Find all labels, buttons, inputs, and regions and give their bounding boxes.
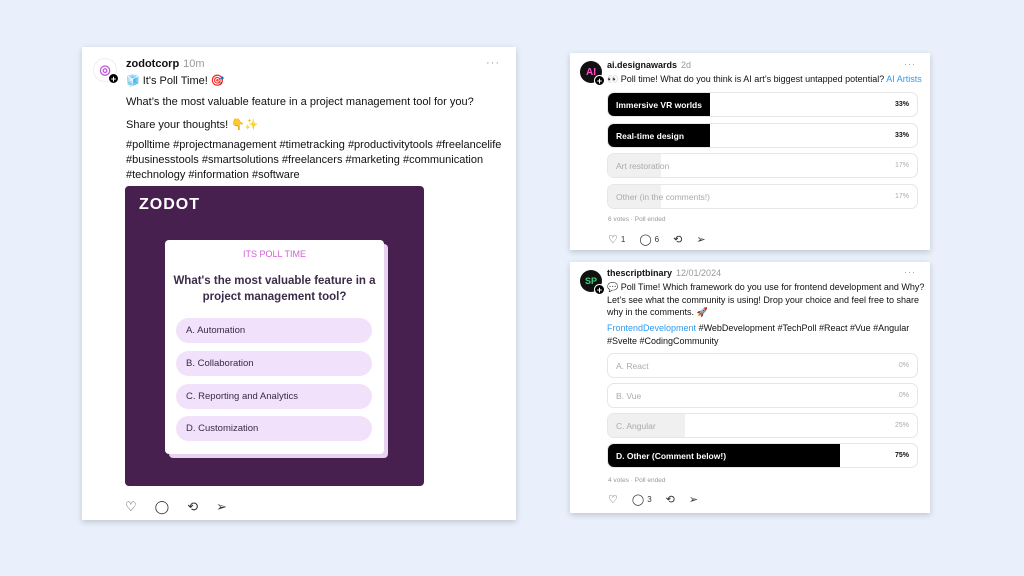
poll-status: 6 votes · Poll ended xyxy=(608,216,666,223)
share-icon[interactable]: ➢ xyxy=(696,233,705,246)
like-count: 1 xyxy=(620,235,626,244)
poll-option[interactable]: B. Vue 0% xyxy=(607,383,918,408)
hashtags[interactable]: #technology #information #software xyxy=(126,169,300,181)
poll-option-label: B. Vue xyxy=(616,391,642,401)
post-card-ai-designawards: AI + ai.designawards 2d ··· 👀 Poll time! W… xyxy=(570,53,930,250)
share-icon[interactable]: ➢ xyxy=(689,493,698,506)
heart-icon[interactable]: ♡ xyxy=(125,499,137,515)
timestamp: 10m xyxy=(183,58,205,70)
comment-count: 3 xyxy=(647,495,652,504)
heart-icon[interactable]: ♡ xyxy=(608,493,618,506)
poll-graphic-option: D. Customization xyxy=(176,416,372,441)
poll-option[interactable]: Art restoration 17% xyxy=(607,153,918,178)
repost-icon[interactable]: ⟲ xyxy=(666,493,675,506)
post-text: 👀 Poll time! What do you think is AI art… xyxy=(607,74,885,84)
poll-status: 4 votes · Poll ended xyxy=(608,477,666,484)
poll-image[interactable]: ZODOT ITS POLL TIME What's the most valu… xyxy=(125,186,424,486)
share-icon[interactable]: ➢ xyxy=(216,499,227,515)
avatar[interactable]: AI + xyxy=(580,61,605,86)
poll-graphic-question: What's the most valuable feature in a pr… xyxy=(173,275,376,303)
username[interactable]: ai.designawards xyxy=(607,60,677,70)
heart-icon[interactable]: ♡ 1 xyxy=(608,233,625,246)
poll-option[interactable]: Real-time design 33% xyxy=(607,122,918,148)
poll-option-percent: 25% xyxy=(894,422,909,429)
poll-option-label: C. Angular xyxy=(616,421,656,431)
hashtags[interactable]: #Svelte #CodingCommunity xyxy=(607,336,719,346)
post-text: 💬 Poll Time! Which framework do you use … xyxy=(607,282,925,292)
poll-option-label: Real-time design xyxy=(616,130,685,141)
poll-option-label: A. React xyxy=(616,361,649,371)
poll-option-label: Immersive VR worlds xyxy=(616,100,702,110)
post-title: 🧊 It's Poll Time! 🎯 xyxy=(126,75,225,87)
poll-option-percent: 17% xyxy=(894,192,909,200)
poll-option-percent: 0% xyxy=(898,392,909,399)
poll-option[interactable]: D. Other (Comment below!) 75% xyxy=(607,443,918,468)
poll-option-label: D. Other (Comment below!) xyxy=(616,451,727,461)
poll-graphic-option: C. Reporting and Analytics xyxy=(176,384,372,409)
follow-plus-icon[interactable]: + xyxy=(594,75,605,86)
comment-icon[interactable]: ◯ 6 xyxy=(639,233,659,246)
avatar[interactable]: SP + xyxy=(580,270,605,295)
repost-icon[interactable]: ⟲ xyxy=(673,233,682,246)
follow-plus-icon[interactable]: + xyxy=(594,284,605,295)
poll-option[interactable]: A. React 0% xyxy=(607,353,918,378)
avatar[interactable]: ◎ + xyxy=(93,58,119,84)
repost-icon[interactable]: ⟲ xyxy=(187,499,198,515)
poll-option[interactable]: Other (in the comments!) 17% xyxy=(607,183,918,209)
hashtags[interactable]: #WebDevelopment #TechPoll #React #Vue #A… xyxy=(696,323,910,333)
poll-option-percent: 33% xyxy=(894,101,909,108)
timestamp: 2d xyxy=(681,60,692,70)
hashtags[interactable]: #polltime #projectmanagement #timetracki… xyxy=(126,139,501,151)
hashtags[interactable]: #businesstools #smartsolutions #freelanc… xyxy=(126,154,483,166)
post-actions: ♡ ◯ 3 ⟲ ➢ xyxy=(608,493,712,506)
post-text: Let’s see what the community is using! D… xyxy=(607,295,919,305)
poll-option-percent: 17% xyxy=(894,162,909,169)
follow-plus-icon[interactable]: + xyxy=(108,73,119,84)
post-question: What’s the most valuable feature in a pr… xyxy=(126,96,474,108)
poll-graphic-option: A. Automation xyxy=(176,318,372,343)
poll-tag: ITS POLL TIME xyxy=(242,249,307,259)
comment-icon[interactable]: ◯ 3 xyxy=(632,493,652,506)
post-actions: ♡ 1 ◯ 6 ⟲ ➢ xyxy=(608,233,720,246)
timestamp: 12/01/2024 xyxy=(676,268,722,278)
zodot-logo: ZODOT xyxy=(139,196,200,213)
topic-link[interactable]: AI Artists xyxy=(886,74,922,84)
more-options-icon[interactable]: ··· xyxy=(904,59,916,69)
poll-option-percent: 33% xyxy=(894,131,909,139)
poll-option[interactable]: C. Angular 25% xyxy=(607,413,918,438)
comment-count: 6 xyxy=(654,235,660,244)
poll-option-label: Art restoration xyxy=(616,161,670,171)
post-actions: ♡ ◯ ⟲ ➢ xyxy=(125,499,241,515)
poll-option-label: Other (in the comments!) xyxy=(616,191,711,202)
post-cta: Share your thoughts! 👇✨ xyxy=(126,119,259,131)
poll-option[interactable]: Immersive VR worlds 33% xyxy=(607,92,918,117)
poll-option-percent: 75% xyxy=(894,452,909,459)
comment-icon[interactable]: ◯ xyxy=(155,499,170,515)
more-options-icon[interactable]: ··· xyxy=(486,57,500,69)
post-text: why in the comments. 🚀 xyxy=(607,307,708,317)
username[interactable]: zodotcorp xyxy=(126,58,179,70)
more-options-icon[interactable]: ··· xyxy=(904,267,916,277)
topic-link[interactable]: FrontendDevelopment xyxy=(607,323,696,333)
post-card-thescriptbinary: SP + thescriptbinary 12/01/2024 ··· 💬 Poll… xyxy=(570,262,930,513)
poll-option-percent: 0% xyxy=(898,362,909,369)
username[interactable]: thescriptbinary xyxy=(607,268,672,278)
poll-graphic-option: B. Collaboration xyxy=(176,351,372,376)
poll-card-graphic: ITS POLL TIME What's the most valuable f… xyxy=(165,240,384,454)
